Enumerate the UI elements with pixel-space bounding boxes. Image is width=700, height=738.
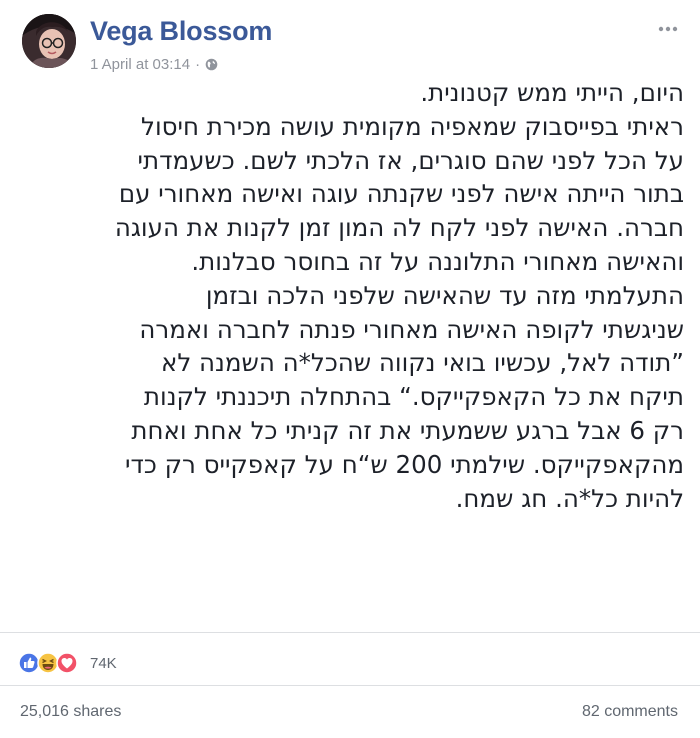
post-line: ”תודה לאל, עכשיו בואי נקווה שהכל*ה השמנה… — [160, 348, 684, 378]
post-line: חברה. האישה לפני לקח לה המון זמן לקנות א… — [114, 213, 684, 243]
post-line: והאישה מאחורי התלוננה על זה בחוסר סבלנות… — [191, 246, 684, 276]
post-line: תיקח את כל הקאפקייקס.“ בהתחלה תיכננתי לק… — [143, 382, 684, 412]
meta-separator: · — [195, 56, 201, 73]
timestamp[interactable]: 1 April at 03:14 — [90, 56, 190, 73]
post-line: היום, הייתי ממש קטנונית. — [420, 78, 684, 107]
post-line: ראיתי בפייסבוק שמאפיה מקומית עושה מכירת … — [141, 111, 684, 141]
reaction-icons — [18, 652, 78, 674]
post-line: רק 6 אבל ברגע ששמעתי את זה קניתי כל אחת … — [131, 415, 684, 445]
post-line: על הכל לפני שהם סוגרים, אז הלכתי לשם. כש… — [137, 145, 684, 175]
love-icon — [56, 652, 78, 674]
like-icon — [18, 652, 40, 674]
post-line: בתור הייתה אישה לפני שקנתה עוגה ואישה מא… — [118, 179, 684, 209]
post-line: שניגשתי לקופה האישה מאחורי פנתה לחברה וא… — [139, 314, 684, 344]
divider — [0, 632, 700, 633]
facebook-post: Vega Blossom 1 April at 03:14 · היום, הי… — [0, 0, 700, 738]
post-line: מהקאפקייקס. שילמתי 200 ש“ח על קאפקייס רק… — [124, 449, 684, 479]
post-line: התעלמתי מזה עד שהאישה שלפני הלכה ובזמן — [205, 280, 684, 310]
more-options-icon[interactable] — [658, 20, 678, 32]
post-line: להיות כל*ה. חג שמח. — [455, 483, 684, 513]
reaction-count: 74K — [90, 654, 117, 672]
author-name[interactable]: Vega Blossom — [90, 16, 272, 47]
post-meta: 1 April at 03:14 · — [90, 56, 218, 73]
comments-count[interactable]: 82 comments — [582, 703, 678, 721]
avatar-image — [22, 14, 76, 68]
reactions-summary[interactable]: 74K — [18, 652, 117, 674]
globe-icon[interactable] — [205, 58, 218, 71]
post-body: היום, הייתי ממש קטנונית. ראיתי בפייסבוק … — [16, 76, 684, 515]
shares-count[interactable]: 25,016 shares — [20, 703, 121, 721]
divider — [0, 685, 700, 686]
avatar[interactable] — [22, 14, 76, 68]
haha-icon — [37, 652, 59, 674]
